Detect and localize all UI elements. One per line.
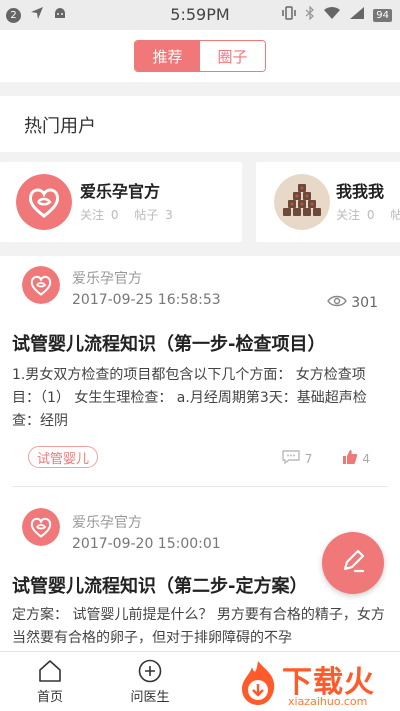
follow-label: 关注 <box>336 208 361 222</box>
watermark-url: xiazaihuo.com <box>288 695 368 708</box>
vibrate-icon <box>281 6 297 24</box>
user-name: 爱乐孕官方 <box>80 182 161 201</box>
post-separator <box>12 486 388 487</box>
top-nav: 推荐 圈子 <box>0 30 400 82</box>
battery-indicator: 94 <box>373 8 392 22</box>
posts-label: 帖子 <box>134 208 159 222</box>
view-count: 301 <box>327 294 378 312</box>
signal-icon <box>349 6 365 24</box>
post-time: 2017-09-20 15:00:01 <box>72 536 221 552</box>
user-name: 我我我 <box>336 182 385 201</box>
nav-ask-doctor-label: 问医生 <box>130 690 170 705</box>
nav-ask-doctor[interactable]: 问医生 <box>120 658 180 705</box>
pencil-icon <box>339 547 367 579</box>
compose-button[interactable] <box>322 532 384 594</box>
eye-icon <box>327 294 348 312</box>
avatar <box>22 266 60 304</box>
nav-home[interactable]: 首页 <box>20 658 80 705</box>
post-actions: 7 4 <box>281 449 370 468</box>
watermark-logo: 下载火 xiazaihuo.com <box>232 655 400 711</box>
view-count-value: 301 <box>351 295 378 311</box>
section-divider <box>0 82 400 96</box>
comment-icon <box>281 449 301 468</box>
post-time: 2017-09-25 16:58:53 <box>72 292 221 308</box>
comment-button[interactable]: 7 <box>281 449 313 468</box>
bluetooth-icon <box>305 5 315 24</box>
post-tag[interactable]: 试管婴儿 <box>28 446 99 468</box>
plus-circle-icon <box>120 658 180 686</box>
hot-users-carousel[interactable]: 爱乐孕官方 关注 0 帖子 3 我我我 关注 0 帖 <box>0 152 400 256</box>
post-title[interactable]: 试管婴儿流程知识（第一步-检查项目） <box>12 330 390 356</box>
like-count: 4 <box>362 451 370 466</box>
post-card[interactable]: 爱乐孕官方 2017-09-25 16:58:53 301 试管婴儿流程知识（第… <box>0 256 400 486</box>
home-icon <box>20 658 80 686</box>
tab-switcher: 推荐 圈子 <box>134 40 266 72</box>
follow-count: 0 <box>366 208 375 222</box>
hot-users-title: 热门用户 <box>24 116 96 137</box>
like-button[interactable]: 4 <box>342 449 370 468</box>
status-bar: 2 5:59PM 94 <box>0 0 400 30</box>
avatar <box>22 508 60 546</box>
post-excerpt: 定方案： 试管婴儿前提是什么？ 男方要有合格的精子，女方当然要有合格的卵子，但对… <box>12 607 385 646</box>
avatar <box>16 174 72 230</box>
posts-count: 3 <box>165 208 173 222</box>
posts-label: 帖 <box>390 208 400 222</box>
post-author: 爱乐孕官方 <box>72 271 142 287</box>
thumbs-up-icon <box>342 449 358 468</box>
follow-label: 关注 <box>80 208 105 222</box>
follow-count: 0 <box>110 208 119 222</box>
avatar <box>274 174 330 230</box>
user-card[interactable]: 我我我 关注 0 帖 <box>256 162 400 242</box>
user-stats: 关注 0 帖子 3 <box>80 206 173 223</box>
post-excerpt: 1.男女双方检查的项目都包含以下几个方面： 女方检查项目：（1） 女生生理检查：… <box>12 367 367 429</box>
user-stats: 关注 0 帖 <box>336 206 400 223</box>
nav-home-label: 首页 <box>36 690 63 705</box>
post-author: 爱乐孕官方 <box>72 515 142 531</box>
tab-recommend[interactable]: 推荐 <box>135 41 200 71</box>
wifi-icon <box>323 6 341 24</box>
flame-download-icon <box>236 659 280 711</box>
tab-circle[interactable]: 圈子 <box>200 41 265 71</box>
user-card[interactable]: 爱乐孕官方 关注 0 帖子 3 <box>0 162 242 242</box>
comment-count: 7 <box>304 451 313 466</box>
